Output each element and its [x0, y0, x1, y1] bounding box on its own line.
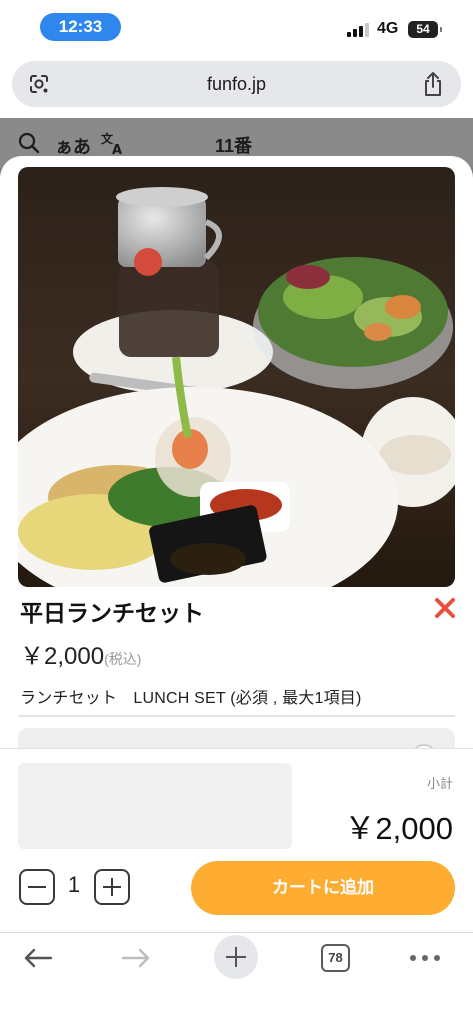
- dish-name: 平日ランチセット: [20, 600, 204, 626]
- url-text[interactable]: funfo.jp: [12, 74, 461, 95]
- translate-icon[interactable]: 文 A: [100, 130, 126, 156]
- quantity-decrease-button[interactable]: [19, 869, 55, 905]
- new-tab-button[interactable]: [214, 935, 258, 979]
- option-group-label: ランチセット LUNCH SET (必須 , 最大1項目): [20, 690, 362, 707]
- add-to-cart-button[interactable]: カートに追加: [191, 861, 455, 915]
- subtotal-value: ￥2,000: [344, 811, 453, 846]
- quantity-increase-button[interactable]: [94, 869, 130, 905]
- browser-toolbar: 78: [0, 932, 473, 1024]
- dish-photo: [18, 167, 455, 587]
- status-time: 12:33: [40, 13, 121, 41]
- page-title: 11番: [215, 136, 253, 156]
- back-arrow-icon[interactable]: [22, 947, 54, 969]
- price-value: ￥2,000: [20, 643, 105, 670]
- divider: [18, 715, 455, 717]
- tab-count-button[interactable]: 78: [321, 944, 350, 972]
- more-icon[interactable]: [410, 955, 440, 961]
- status-bar: 12:33 4G 54: [0, 0, 473, 52]
- signal-icon: [347, 23, 371, 37]
- battery-icon: 54: [408, 21, 442, 38]
- subtotal-label: 小計: [426, 776, 453, 791]
- share-icon[interactable]: [421, 71, 445, 97]
- close-icon[interactable]: [433, 596, 457, 620]
- network-type: 4G: [377, 20, 399, 37]
- price-tax-note: (税込): [104, 651, 142, 667]
- quantity-value: 1: [67, 872, 81, 897]
- cart-footer: 小計 ￥2,000 1 カートに追加: [0, 748, 473, 938]
- note-area[interactable]: [18, 763, 292, 849]
- search-icon[interactable]: [18, 132, 40, 154]
- address-bar[interactable]: funfo.jp: [12, 61, 461, 107]
- forward-arrow-icon[interactable]: [120, 947, 152, 969]
- dish-price: ￥2,000(税込): [20, 636, 141, 671]
- svg-text:A: A: [112, 143, 122, 156]
- item-modal: 平日ランチセット ￥2,000(税込) ランチセット LUNCH SET (必須…: [0, 156, 473, 938]
